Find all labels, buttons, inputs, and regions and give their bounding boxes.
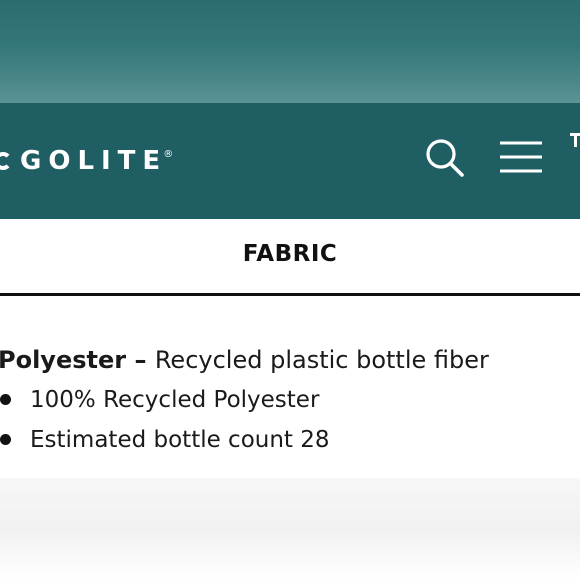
fabric-details-list: 100% Recycled Polyester Estimated bottle…: [0, 384, 330, 464]
cart-icon[interactable]: [570, 133, 580, 147]
search-button[interactable]: [423, 136, 467, 180]
menu-button[interactable]: [498, 139, 544, 175]
top-background-band: [0, 0, 580, 103]
fabric-content: Polyester – Recycled plastic bottle fibe…: [0, 298, 580, 478]
fabric-material: Polyester: [0, 346, 127, 374]
list-item: 100% Recycled Polyester: [0, 384, 330, 424]
logo-text: GOLITE: [20, 146, 168, 176]
hamburger-menu-icon: [500, 141, 542, 173]
section-title: FABRIC: [242, 241, 338, 267]
registered-mark: ®: [163, 148, 174, 160]
detail-text: Estimated bottle count 28: [30, 427, 330, 453]
fabric-separator: –: [126, 346, 155, 374]
search-icon: [426, 139, 464, 177]
site-header: GOLITE ®: [0, 103, 580, 219]
bullet-icon: [0, 394, 11, 405]
fabric-description: Recycled plastic bottle fiber: [154, 346, 489, 374]
bottom-background: [0, 478, 580, 580]
golite-logo[interactable]: GOLITE ®: [0, 141, 173, 181]
bullet-icon: [0, 434, 11, 445]
list-item: Estimated bottle count 28: [0, 424, 330, 464]
logo-mark-icon: [0, 152, 12, 170]
fabric-summary: Polyester – Recycled plastic bottle fibe…: [0, 346, 489, 374]
fabric-section-header[interactable]: FABRIC: [0, 219, 580, 296]
detail-text: 100% Recycled Polyester: [30, 387, 320, 413]
